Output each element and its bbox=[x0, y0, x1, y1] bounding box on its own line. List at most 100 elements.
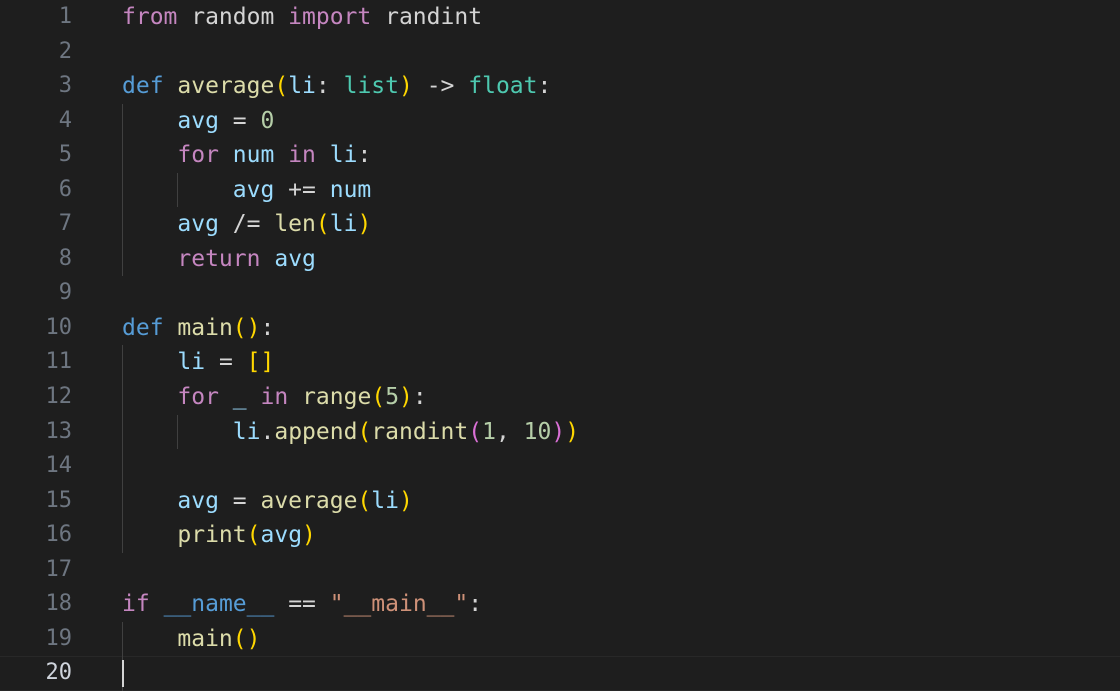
line-content[interactable] bbox=[122, 656, 1120, 691]
line-number: 15 bbox=[45, 487, 73, 513]
code-line[interactable]: 10 def main(): bbox=[0, 311, 1120, 346]
code-line[interactable]: 4 avg = 0 bbox=[0, 103, 1120, 139]
code-token: : bbox=[315, 73, 344, 100]
code-token: : bbox=[468, 591, 483, 618]
code-token: ( bbox=[468, 418, 483, 445]
code-token: return bbox=[177, 245, 261, 272]
line-content[interactable]: print(avg) bbox=[122, 518, 1120, 553]
code-token: in bbox=[260, 384, 289, 411]
code-line[interactable]: 8 return avg bbox=[0, 241, 1120, 277]
line-content[interactable] bbox=[122, 553, 1120, 588]
code-line[interactable]: 19 main() bbox=[0, 621, 1120, 657]
code-token: , bbox=[495, 418, 524, 445]
code-token: _ bbox=[232, 384, 247, 411]
code-line[interactable]: 6 avg += num bbox=[0, 172, 1120, 208]
code-token: li bbox=[329, 142, 358, 169]
code-line[interactable]: 17 bbox=[0, 553, 1120, 588]
code-token: ( bbox=[357, 487, 372, 514]
line-number: 10 bbox=[45, 314, 73, 340]
code-token: = bbox=[218, 487, 261, 514]
code-line[interactable]: 1 from random import randint bbox=[0, 0, 1120, 35]
line-content[interactable]: avg = average(li) bbox=[122, 484, 1120, 519]
line-number: 13 bbox=[45, 418, 73, 444]
editor-lines[interactable]: 1 from random import randint 2 3 def average… bbox=[0, 0, 1120, 691]
code-token: avg bbox=[274, 245, 316, 272]
code-token: if bbox=[122, 591, 150, 618]
code-line[interactable]: 5 for num in li: bbox=[0, 138, 1120, 173]
code-token: li bbox=[288, 73, 316, 100]
code-token: ( bbox=[274, 73, 289, 100]
line-content[interactable]: for _ in range(5): bbox=[122, 380, 1120, 415]
code-token: avg bbox=[177, 211, 219, 238]
line-content[interactable]: li.append(randint(1, 10)) bbox=[122, 415, 1120, 450]
line-content[interactable]: def average(li: list) -> float: bbox=[122, 69, 1120, 104]
line-content[interactable]: return avg bbox=[122, 242, 1120, 277]
code-token: avg bbox=[177, 107, 219, 134]
code-line[interactable]: 11 li = [] bbox=[0, 345, 1120, 381]
code-token: ) bbox=[357, 211, 372, 238]
line-number: 6 bbox=[58, 176, 72, 202]
code-token: def bbox=[122, 314, 164, 341]
code-token: 1 bbox=[482, 418, 496, 445]
line-content[interactable] bbox=[122, 276, 1120, 311]
line-number: 14 bbox=[45, 453, 73, 479]
line-content[interactable]: avg += num bbox=[122, 173, 1120, 208]
code-token: average bbox=[177, 73, 275, 100]
line-number: 12 bbox=[45, 384, 73, 410]
line-content[interactable]: avg = 0 bbox=[122, 104, 1120, 139]
line-content[interactable]: avg /= len(li) bbox=[122, 207, 1120, 242]
code-line[interactable]: 16 print(avg) bbox=[0, 518, 1120, 553]
line-content[interactable]: for num in li: bbox=[122, 138, 1120, 173]
line-content[interactable] bbox=[122, 35, 1120, 70]
code-token: ) bbox=[246, 314, 261, 341]
code-line[interactable]: 20 bbox=[0, 656, 1120, 691]
code-line[interactable]: 18 if __name__ == "__main__": bbox=[0, 587, 1120, 622]
line-content[interactable]: from random import randint bbox=[122, 0, 1120, 35]
code-token: for bbox=[177, 384, 219, 411]
code-token: append bbox=[274, 418, 358, 445]
line-content[interactable]: def main(): bbox=[122, 311, 1120, 346]
code-token: average bbox=[260, 487, 358, 514]
code-token: num bbox=[329, 176, 372, 203]
line-content[interactable] bbox=[122, 449, 1120, 484]
line-content[interactable]: if __name__ == "__main__": bbox=[122, 587, 1120, 622]
code-line[interactable]: 7 avg /= len(li) bbox=[0, 207, 1120, 242]
code-token: "__main__" bbox=[329, 591, 469, 618]
code-token: ( bbox=[357, 418, 372, 445]
line-number: 4 bbox=[58, 107, 72, 133]
line-number: 2 bbox=[58, 38, 72, 64]
line-content[interactable]: li = [] bbox=[122, 345, 1120, 380]
code-token: def bbox=[122, 73, 164, 100]
code-token: randint bbox=[371, 418, 469, 445]
line-content[interactable]: main() bbox=[122, 622, 1120, 657]
code-line[interactable]: 12 for _ in range(5): bbox=[0, 380, 1120, 415]
code-line[interactable]: 9 bbox=[0, 276, 1120, 311]
code-line[interactable]: 3 def average(li: list) -> float: bbox=[0, 69, 1120, 104]
code-token: for bbox=[177, 142, 219, 169]
code-token: range bbox=[302, 384, 372, 411]
code-line[interactable]: 13 li.append(randint(1, 10)) bbox=[0, 414, 1120, 450]
code-token: ( bbox=[371, 384, 386, 411]
code-editor[interactable]: 1 from random import randint 2 3 def average… bbox=[0, 0, 1120, 691]
code-token: == bbox=[274, 591, 330, 618]
line-number: 11 bbox=[45, 349, 73, 375]
line-number: 5 bbox=[58, 142, 72, 168]
code-line[interactable]: 14 bbox=[0, 449, 1120, 484]
code-token: li bbox=[329, 211, 358, 238]
code-token: ) bbox=[302, 522, 316, 549]
text-cursor bbox=[122, 660, 124, 688]
line-number: 17 bbox=[45, 556, 73, 582]
code-line[interactable]: 15 avg = average(li) bbox=[0, 483, 1120, 519]
line-number: 3 bbox=[58, 73, 72, 99]
line-number: 18 bbox=[45, 591, 73, 617]
code-token: = bbox=[205, 349, 247, 376]
code-line[interactable]: 2 bbox=[0, 35, 1120, 70]
